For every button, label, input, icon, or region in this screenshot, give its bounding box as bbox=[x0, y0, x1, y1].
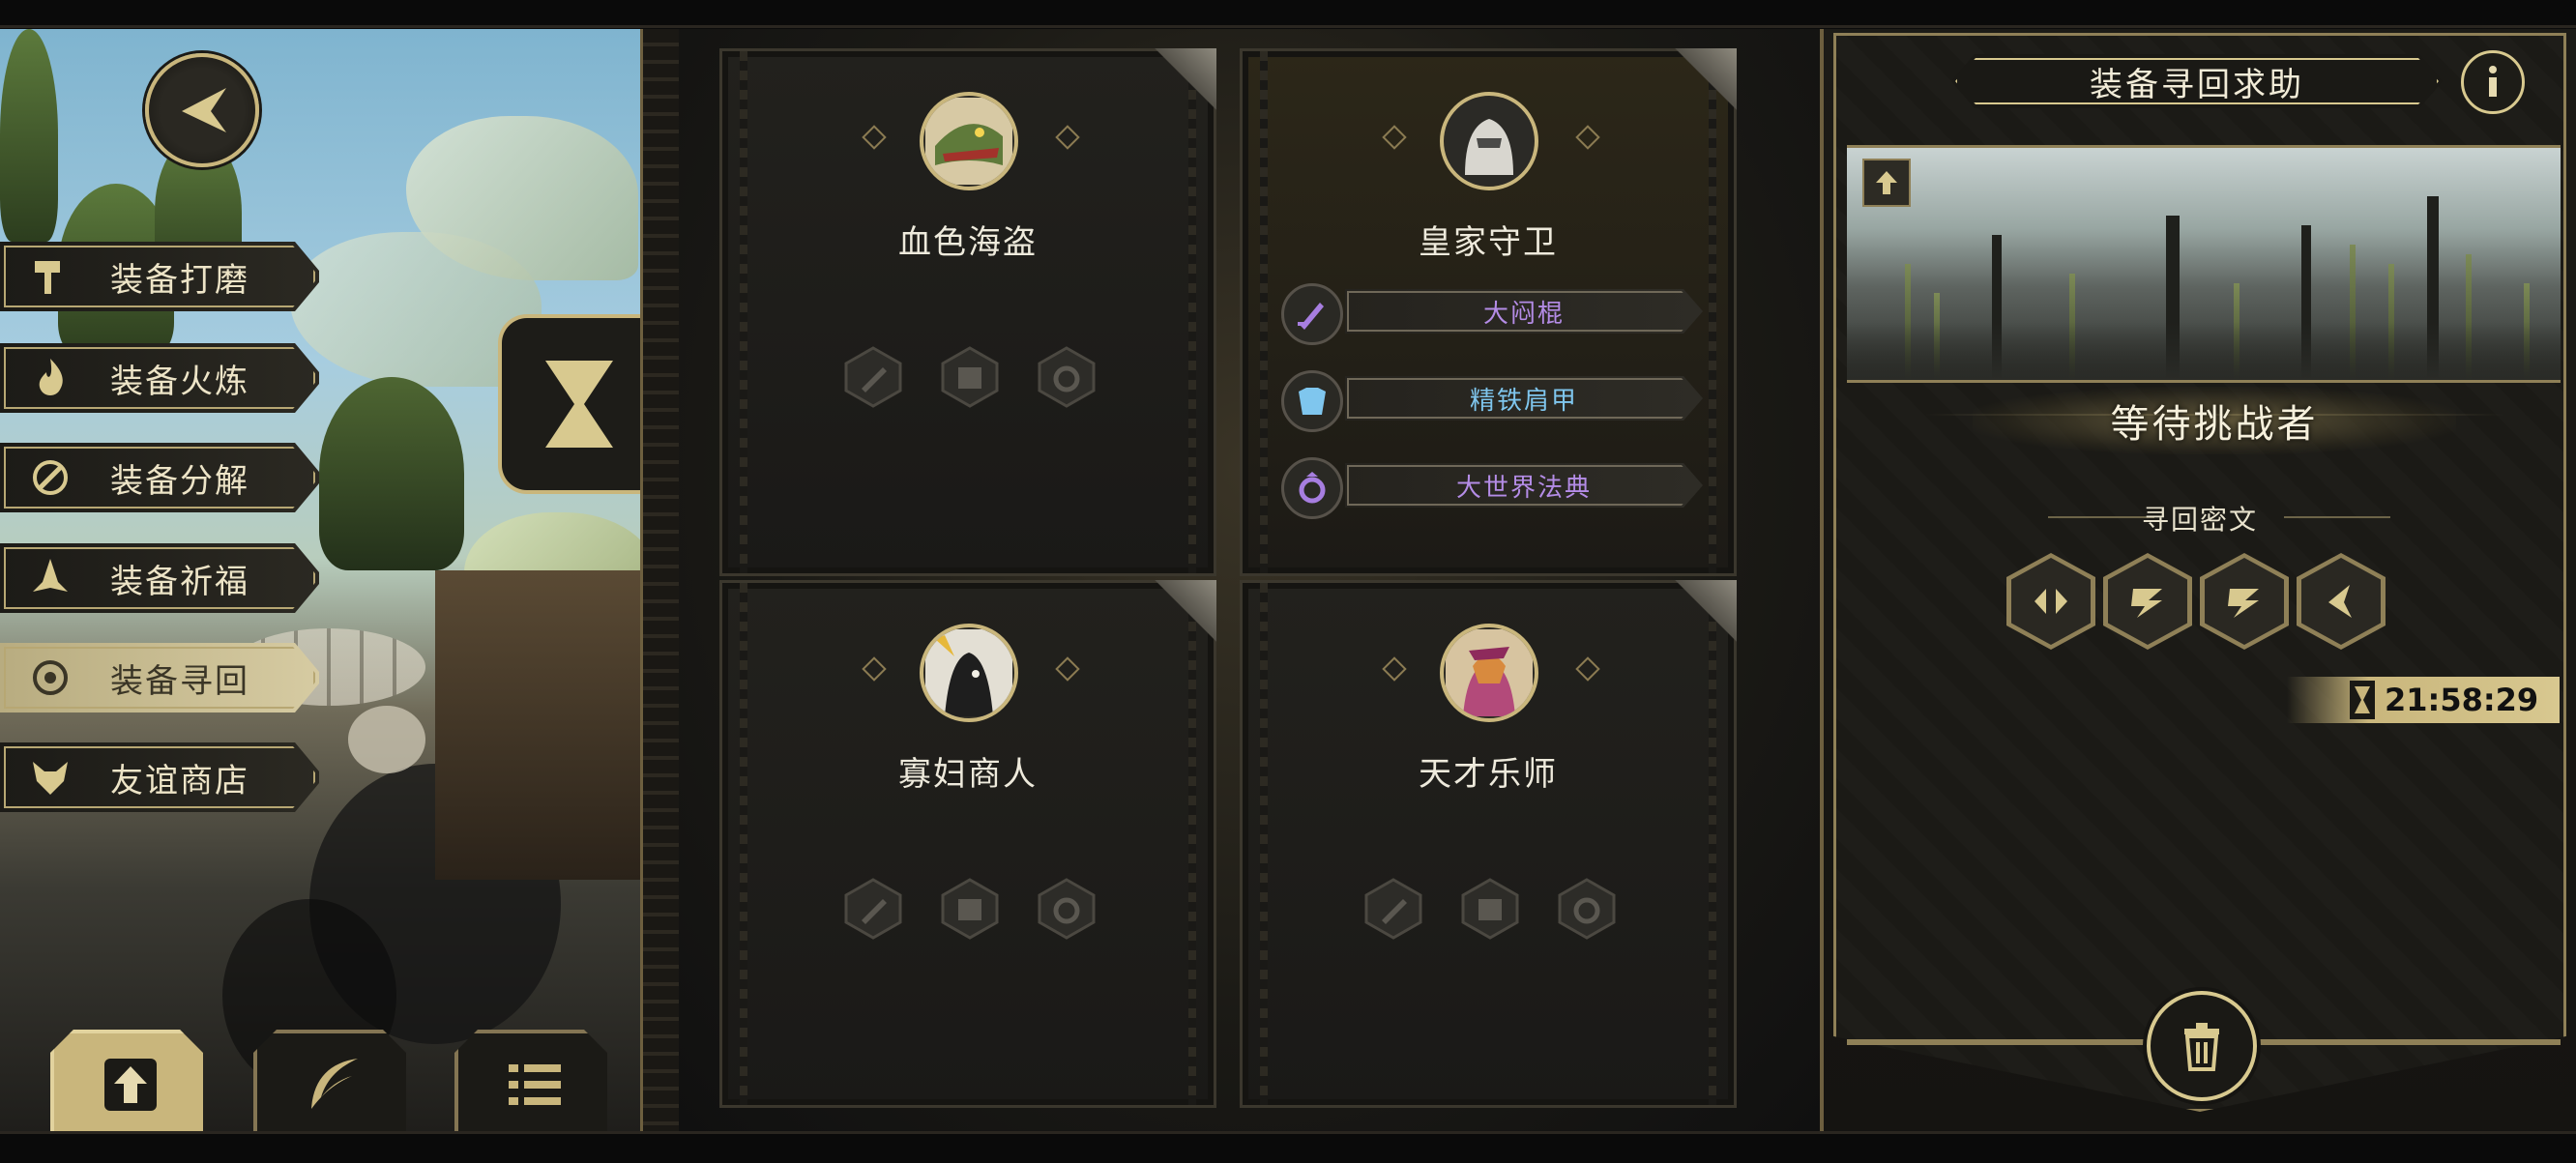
equipment-name: 精铁肩甲 bbox=[1469, 386, 1578, 416]
info-button[interactable] bbox=[2461, 50, 2525, 114]
character-card-royal-guard[interactable]: 皇家守卫 大闷棍 精铁肩甲 大世界法典 bbox=[1240, 48, 1737, 576]
stage-preview-image bbox=[1847, 145, 2561, 383]
equipment-row-codex[interactable]: 大世界法典 bbox=[1281, 457, 1707, 519]
divider bbox=[2284, 516, 2390, 518]
menu-item-label: 装备寻回 bbox=[110, 661, 249, 701]
share-stage-button[interactable] bbox=[1862, 159, 1911, 207]
character-card-widow-merchant[interactable]: 寡妇商人 bbox=[719, 580, 1216, 1108]
character-name: 天才乐师 bbox=[1419, 755, 1558, 794]
avatar bbox=[920, 92, 1018, 190]
upload-arrow-icon bbox=[1876, 171, 1897, 194]
menu-item-pray[interactable]: 装备祈福 bbox=[0, 543, 319, 613]
menu-item-polish[interactable]: 装备打磨 bbox=[0, 242, 319, 311]
sword-icon bbox=[1281, 283, 1343, 345]
menu-item-label: 友谊商店 bbox=[110, 761, 249, 800]
menu-item-friend-shop[interactable]: 友谊商店 bbox=[0, 742, 319, 812]
disassemble-icon bbox=[27, 454, 73, 501]
list-button[interactable] bbox=[454, 1030, 607, 1131]
timer-text: 21:58:29 bbox=[2385, 682, 2539, 718]
armor-slot-icon bbox=[939, 346, 1001, 408]
fox-mask-icon bbox=[27, 754, 73, 800]
feather-button[interactable] bbox=[253, 1030, 406, 1131]
rune-icon bbox=[2034, 589, 2067, 614]
sword-slot-icon bbox=[842, 346, 904, 408]
upload-button[interactable] bbox=[50, 1030, 203, 1131]
character-name: 皇家守卫 bbox=[1419, 223, 1558, 262]
bottom-bar bbox=[0, 1131, 2576, 1163]
menu-item-retrieve[interactable]: 装备寻回 bbox=[0, 643, 319, 712]
status-banner: 等待挑战者 bbox=[1973, 387, 2456, 454]
armor-slot-icon bbox=[1459, 878, 1521, 940]
character-name: 血色海盗 bbox=[898, 223, 1038, 262]
panel-title: 装备寻回求助 bbox=[2090, 65, 2304, 104]
back-arrow-icon bbox=[182, 88, 226, 132]
character-name: 寡妇商人 bbox=[898, 755, 1038, 794]
upload-icon bbox=[104, 1058, 157, 1111]
pray-hands-icon bbox=[27, 555, 73, 601]
ring-slot-icon bbox=[1556, 878, 1618, 940]
feather-icon bbox=[311, 1058, 358, 1109]
rune-icon bbox=[2131, 589, 2162, 618]
top-bar bbox=[0, 0, 2576, 28]
rune-icon bbox=[2328, 585, 2352, 618]
ring-slot-icon bbox=[1036, 878, 1098, 940]
armor-icon bbox=[1281, 370, 1343, 432]
hourglass-icon bbox=[2350, 681, 2375, 719]
status-text: 等待挑战者 bbox=[2110, 402, 2319, 447]
panel-title-banner: 装备寻回求助 bbox=[1951, 54, 2443, 108]
retrieve-target-icon bbox=[27, 654, 73, 701]
cipher-label: 寻回密文 bbox=[2141, 504, 2258, 536]
avatar bbox=[1440, 92, 1538, 190]
equipment-row-pauldron[interactable]: 精铁肩甲 bbox=[1281, 370, 1707, 432]
info-icon bbox=[2489, 66, 2497, 97]
hammer-icon bbox=[27, 253, 73, 300]
menu-item-label: 装备分解 bbox=[110, 461, 249, 501]
list-icon bbox=[509, 1063, 561, 1105]
menu-item-disassemble[interactable]: 装备分解 bbox=[0, 443, 319, 512]
ring-icon bbox=[1281, 457, 1343, 519]
hourglass-banner-icon bbox=[545, 361, 613, 448]
character-card-pirate[interactable]: 血色海盗 bbox=[719, 48, 1216, 576]
trash-icon bbox=[2184, 1023, 2219, 1071]
avatar bbox=[1440, 624, 1538, 722]
menu-item-forge[interactable]: 装备火炼 bbox=[0, 343, 319, 413]
sword-slot-icon bbox=[1362, 878, 1424, 940]
delete-button[interactable] bbox=[2147, 991, 2257, 1101]
flame-icon bbox=[27, 355, 73, 401]
equipment-name: 大闷棍 bbox=[1482, 299, 1565, 329]
equipment-row-club[interactable]: 大闷棍 bbox=[1281, 283, 1707, 345]
armor-slot-icon bbox=[939, 878, 1001, 940]
back-button[interactable] bbox=[145, 53, 259, 167]
equipment-name: 大世界法典 bbox=[1455, 473, 1592, 503]
sword-slot-icon bbox=[842, 878, 904, 940]
avatar bbox=[920, 624, 1018, 722]
menu-item-label: 装备火炼 bbox=[110, 362, 249, 401]
rune-icon bbox=[2228, 589, 2259, 618]
menu-item-label: 装备祈福 bbox=[110, 562, 249, 601]
scene-card[interactable] bbox=[498, 314, 657, 494]
countdown-timer: 21:58:29 bbox=[2287, 677, 2560, 723]
menu-item-label: 装备打磨 bbox=[110, 260, 249, 300]
ring-slot-icon bbox=[1036, 346, 1098, 408]
character-card-musician[interactable]: 天才乐师 bbox=[1240, 580, 1737, 1108]
